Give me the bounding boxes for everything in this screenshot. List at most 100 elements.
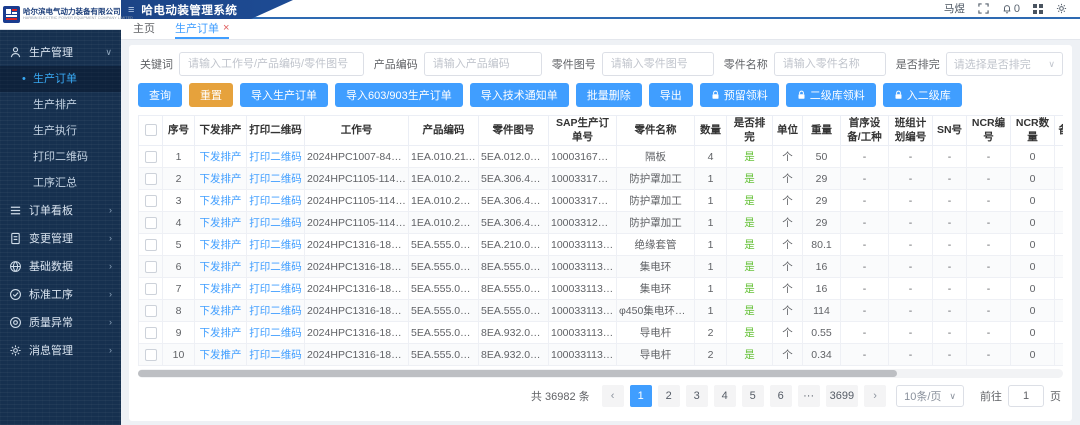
重置-button[interactable]: 重置	[189, 83, 233, 107]
cell-序号: 9	[163, 322, 195, 344]
sidebar-item-标准工序[interactable]: 标准工序›	[0, 280, 121, 308]
dispatch-link[interactable]: 下发排产	[200, 261, 242, 273]
row-checkbox[interactable]	[145, 195, 157, 207]
cell-NCR数量: 0	[1011, 212, 1055, 234]
pagination-page-2[interactable]: 2	[658, 385, 680, 407]
cell-NCR编号: -	[967, 344, 1011, 366]
pagination-page-4[interactable]: 4	[714, 385, 736, 407]
cell-数量: 1	[695, 168, 727, 190]
page-size-select[interactable]: 10条/页 ∨	[896, 385, 964, 407]
sidebar-subitem-生产排产[interactable]: 生产排产	[0, 92, 121, 118]
row-checkbox[interactable]	[145, 217, 157, 229]
cell-单位: 个	[773, 256, 803, 278]
sidebar-item-基础数据[interactable]: 基础数据›	[0, 252, 121, 280]
print-qrcode-link[interactable]: 打印二维码	[249, 239, 302, 251]
cell-首序设备/工种: -	[841, 190, 889, 212]
cell-NCR数量: 0	[1011, 190, 1055, 212]
cell-打印二维码: 打印二维码	[247, 300, 305, 322]
row-checkbox[interactable]	[145, 173, 157, 185]
print-qrcode-link[interactable]: 打印二维码	[249, 173, 302, 185]
dispatch-link[interactable]: 下发排产	[200, 217, 242, 229]
goto-page: 前往 页	[980, 385, 1061, 407]
cell-零件图号: 5EA.306.4887	[479, 168, 549, 190]
dispatch-link[interactable]: 下发排产	[200, 195, 242, 207]
print-qrcode-link[interactable]: 打印二维码	[249, 327, 302, 339]
pagination-next-button[interactable]: ›	[864, 385, 886, 407]
cell-数量: 1	[695, 300, 727, 322]
cell-数量: 1	[695, 278, 727, 300]
column-header-产品编码: 产品编码	[409, 116, 479, 146]
filter-input-产品编码[interactable]	[424, 52, 542, 76]
lock-icon	[711, 90, 720, 100]
sidebar-subitem-打印二维码[interactable]: 打印二维码	[0, 144, 121, 170]
二级库领料-button[interactable]: 二级库领料	[786, 83, 876, 107]
导入603/903生产订单-button[interactable]: 导入603/903生产订单	[335, 83, 463, 107]
导出-button[interactable]: 导出	[649, 83, 693, 107]
dispatch-link[interactable]: 下发推产	[200, 349, 242, 361]
print-qrcode-link[interactable]: 打印二维码	[249, 305, 302, 317]
tab-close-icon[interactable]: ×	[223, 22, 229, 34]
row-checkbox[interactable]	[145, 239, 157, 251]
tab-主页[interactable]: 主页	[133, 19, 155, 39]
goto-page-input[interactable]	[1008, 385, 1044, 407]
row-checkbox[interactable]	[145, 283, 157, 295]
settings-gear-icon[interactable]	[1056, 3, 1067, 14]
sidebar-item-生产管理[interactable]: 生产管理∨	[0, 38, 121, 66]
chevron-right-icon: ›	[109, 261, 112, 271]
pagination-page-1[interactable]: 1	[630, 385, 652, 407]
dispatch-link[interactable]: 下发排产	[200, 327, 242, 339]
pagination-page-5[interactable]: 5	[742, 385, 764, 407]
filter-select-是否排完[interactable]: 请选择是否排完∨	[946, 52, 1063, 76]
pagination-page-6[interactable]: 6	[770, 385, 792, 407]
print-qrcode-link[interactable]: 打印二维码	[249, 151, 302, 163]
horizontal-scrollbar-thumb[interactable]	[138, 370, 897, 377]
apps-grid-icon[interactable]	[1033, 4, 1043, 14]
row-checkbox[interactable]	[145, 305, 157, 317]
查询-button[interactable]: 查询	[138, 83, 182, 107]
print-qrcode-link[interactable]: 打印二维码	[249, 217, 302, 229]
scheduled-flag: 是	[744, 283, 755, 295]
dispatch-link[interactable]: 下发排产	[200, 283, 242, 295]
sidebar-item-变更管理[interactable]: 变更管理›	[0, 224, 121, 252]
filter-input-关键词[interactable]	[179, 52, 364, 76]
bell-icon[interactable]: 0	[1002, 3, 1020, 15]
filter-input-零件名称[interactable]	[774, 52, 886, 76]
预留领料-button[interactable]: 预留领料	[700, 83, 779, 107]
sidebar-item-质量异常[interactable]: 质量异常›	[0, 308, 121, 336]
user-name[interactable]: 马煜	[944, 1, 965, 16]
row-checkbox[interactable]	[145, 349, 157, 361]
table-row: 9下发排产打印二维码2024HPC1316-1833-25EA.555.0312…	[139, 322, 1064, 344]
dispatch-link[interactable]: 下发排产	[200, 305, 242, 317]
dispatch-link[interactable]: 下发排产	[200, 173, 242, 185]
sidebar-subitem-工序汇总[interactable]: 工序汇总	[0, 170, 121, 196]
print-qrcode-link[interactable]: 打印二维码	[249, 261, 302, 273]
pagination-prev-button[interactable]: ‹	[602, 385, 624, 407]
horizontal-scrollbar[interactable]	[138, 369, 1063, 378]
导入生产订单-button[interactable]: 导入生产订单	[240, 83, 328, 107]
standard-process-icon	[9, 288, 22, 301]
sidebar-subitem-生产订单[interactable]: 生产订单	[0, 66, 121, 92]
pagination-ellipsis: ···	[798, 385, 820, 407]
批量删除-button[interactable]: 批量删除	[576, 83, 642, 107]
column-header-单位: 单位	[773, 116, 803, 146]
pagination-page-3699[interactable]: 3699	[826, 385, 858, 407]
入二级库-button[interactable]: 入二级库	[883, 83, 962, 107]
filter-input-零件图号[interactable]	[602, 52, 714, 76]
print-qrcode-link[interactable]: 打印二维码	[249, 195, 302, 207]
sidebar-item-消息管理[interactable]: 消息管理›	[0, 336, 121, 364]
print-qrcode-link[interactable]: 打印二维码	[249, 349, 302, 361]
sidebar-subitem-生产执行[interactable]: 生产执行	[0, 118, 121, 144]
print-qrcode-link[interactable]: 打印二维码	[249, 283, 302, 295]
row-checkbox[interactable]	[145, 261, 157, 273]
cell-班组计划编号: -	[889, 256, 933, 278]
tab-生产订单[interactable]: 生产订单×	[175, 19, 229, 39]
fullscreen-icon[interactable]	[978, 3, 989, 14]
sidebar-item-订单看板[interactable]: 订单看板›	[0, 196, 121, 224]
select-all-checkbox[interactable]	[145, 124, 157, 136]
pagination-page-3[interactable]: 3	[686, 385, 708, 407]
row-checkbox[interactable]	[145, 327, 157, 339]
dispatch-link[interactable]: 下发排产	[200, 239, 242, 251]
导入技术通知单-button[interactable]: 导入技术通知单	[470, 83, 569, 107]
dispatch-link[interactable]: 下发排产	[200, 151, 242, 163]
row-checkbox[interactable]	[145, 151, 157, 163]
